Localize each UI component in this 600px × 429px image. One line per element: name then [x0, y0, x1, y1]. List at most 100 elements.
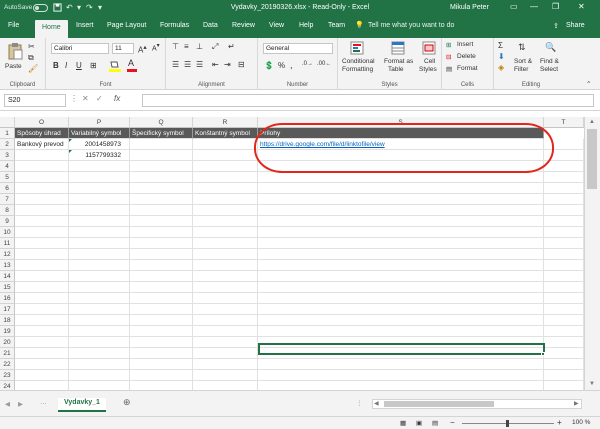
grid-cell[interactable] — [69, 293, 130, 304]
tab-formulas[interactable]: Formulas — [160, 22, 189, 29]
decrease-decimal-icon[interactable]: .00← — [317, 61, 331, 67]
column-header-p[interactable]: P — [69, 117, 130, 128]
row-header-6[interactable]: 6 — [0, 183, 15, 194]
font-size-select[interactable]: 11 — [112, 43, 134, 54]
grid-cell[interactable] — [258, 381, 544, 390]
top-align-icon[interactable]: ⊤ — [172, 42, 179, 51]
grid-cell[interactable] — [258, 282, 544, 293]
grid-cell[interactable] — [69, 381, 130, 390]
grid-cell[interactable] — [193, 260, 258, 271]
grid-cell[interactable] — [15, 260, 69, 271]
tab-file[interactable]: File — [8, 22, 19, 29]
format-painter-icon[interactable]: 🖌 — [28, 64, 38, 73]
grid-cell[interactable] — [69, 205, 130, 216]
column-header-r[interactable]: R — [193, 117, 258, 128]
grid-cell[interactable] — [69, 249, 130, 260]
grid-cell[interactable] — [69, 260, 130, 271]
row-header-12[interactable]: 12 — [0, 249, 15, 260]
new-sheet-icon[interactable]: ⊕ — [123, 397, 131, 408]
grid-cell[interactable] — [193, 271, 258, 282]
cancel-icon[interactable]: ✕ — [82, 94, 89, 103]
grid-cell[interactable] — [193, 161, 258, 172]
insert-cells-button[interactable]: Insert — [457, 41, 473, 48]
row-header-24[interactable]: 24 — [0, 381, 15, 390]
grow-font-icon[interactable]: A▴ — [138, 43, 147, 55]
zoom-slider-thumb[interactable] — [506, 420, 509, 427]
grid-cell[interactable] — [130, 249, 193, 260]
orientation-icon[interactable]: ⤢ — [212, 42, 218, 52]
grid-cell[interactable] — [15, 238, 69, 249]
row-header-5[interactable]: 5 — [0, 172, 15, 183]
sheet-list-icon[interactable]: … — [40, 399, 47, 406]
grid-cell[interactable] — [544, 326, 584, 337]
tab-view[interactable]: View — [269, 22, 284, 29]
grid-cell[interactable] — [544, 293, 584, 304]
tab-team[interactable]: Team — [328, 22, 345, 29]
cell-styles-label2[interactable]: Styles — [419, 66, 437, 73]
grid-cell[interactable] — [258, 238, 544, 249]
wrap-text-icon[interactable]: ↵ — [228, 42, 235, 51]
grid-cell[interactable] — [258, 315, 544, 326]
cell-p1[interactable]: Variabilný symbol — [69, 128, 130, 139]
row-header-8[interactable]: 8 — [0, 205, 15, 216]
grid-cell[interactable] — [258, 326, 544, 337]
select-all-corner[interactable] — [0, 117, 15, 128]
grid-cell[interactable] — [258, 194, 544, 205]
grid-cell[interactable] — [15, 150, 69, 161]
find-select-icon[interactable]: 🔍 — [545, 42, 556, 53]
grid-cell[interactable] — [130, 194, 193, 205]
grid-cell[interactable] — [544, 348, 584, 359]
sort-filter-icon[interactable]: ⇅ — [518, 42, 526, 53]
align-center-icon[interactable]: ☰ — [184, 60, 191, 69]
grid-cell[interactable] — [69, 326, 130, 337]
grid-cell[interactable] — [193, 348, 258, 359]
grid-cell[interactable] — [69, 370, 130, 381]
row-header-10[interactable]: 10 — [0, 227, 15, 238]
grid-cell[interactable] — [130, 205, 193, 216]
paste-button[interactable]: Paste — [5, 63, 22, 70]
row-header-9[interactable]: 9 — [0, 216, 15, 227]
scroll-left-icon[interactable]: ◀ — [374, 400, 379, 407]
grid-cell[interactable] — [193, 227, 258, 238]
grid-cell[interactable] — [544, 205, 584, 216]
grid-cell[interactable] — [15, 381, 69, 390]
grid-cell[interactable] — [544, 282, 584, 293]
copy-icon[interactable]: ⧉ — [28, 53, 34, 63]
format-cells-icon[interactable]: ▤ — [446, 65, 452, 73]
formula-input[interactable] — [142, 94, 594, 107]
grid-cell[interactable] — [130, 326, 193, 337]
format-as-table-label2[interactable]: Table — [388, 66, 404, 73]
tab-help[interactable]: Help — [299, 22, 313, 29]
grid-cell[interactable] — [130, 172, 193, 183]
tell-me-search[interactable]: Tell me what you want to do — [368, 22, 454, 29]
cell-p3[interactable]: 1157799332 — [69, 150, 130, 161]
column-header-o[interactable]: O — [15, 117, 69, 128]
grid-cell[interactable] — [258, 183, 544, 194]
row-header-23[interactable]: 23 — [0, 370, 15, 381]
scroll-down-icon[interactable]: ▼ — [589, 381, 595, 387]
grid-cell[interactable] — [15, 216, 69, 227]
vertical-scroll-thumb[interactable] — [587, 129, 597, 189]
grid-cell[interactable] — [258, 227, 544, 238]
grid-cell[interactable] — [130, 271, 193, 282]
cell-styles-label1[interactable]: Cell — [424, 58, 435, 65]
grid-cell[interactable] — [130, 359, 193, 370]
zoom-out-button[interactable]: − — [450, 418, 455, 427]
find-select-label1[interactable]: Find & — [540, 58, 559, 65]
next-sheet-icon[interactable]: ▶ — [18, 400, 23, 408]
grid-cell[interactable] — [130, 315, 193, 326]
grid-cell[interactable] — [69, 172, 130, 183]
row-header-11[interactable]: 11 — [0, 238, 15, 249]
grid-cell[interactable] — [193, 304, 258, 315]
fill-color-icon[interactable] — [108, 60, 122, 74]
grid-cell[interactable] — [544, 315, 584, 326]
prev-sheet-icon[interactable]: ◀ — [5, 400, 10, 408]
grid-cell[interactable] — [15, 161, 69, 172]
grid-cell[interactable] — [69, 227, 130, 238]
grid-cell[interactable] — [258, 370, 544, 381]
grid-cell[interactable] — [193, 282, 258, 293]
row-header-18[interactable]: 18 — [0, 315, 15, 326]
row-header-3[interactable]: 3 — [0, 150, 15, 161]
row-header-15[interactable]: 15 — [0, 282, 15, 293]
bottom-align-icon[interactable]: ⊥ — [196, 42, 203, 51]
